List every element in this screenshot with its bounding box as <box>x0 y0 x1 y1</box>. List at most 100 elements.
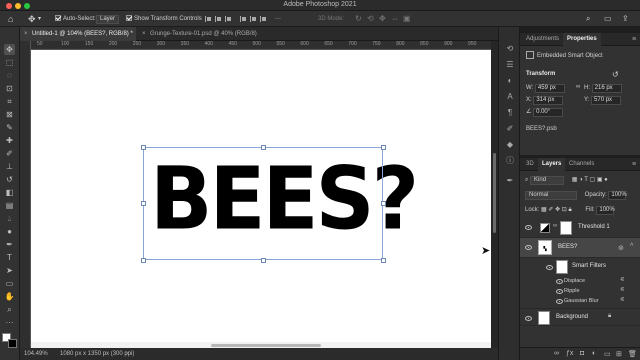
layer-mask-thumbnail[interactable] <box>560 221 572 235</box>
close-tab-icon[interactable]: × <box>142 27 146 41</box>
visibility-eye-icon[interactable] <box>556 289 563 294</box>
show-transform-controls-checkbox[interactable]: Show Transform Controls <box>126 14 202 24</box>
transform-handle-bottom[interactable] <box>261 258 266 263</box>
filter-row-displace[interactable]: Displace ⚟ <box>520 277 640 286</box>
visibility-eye-icon[interactable] <box>525 245 532 250</box>
layer-thumbnail[interactable] <box>538 311 550 325</box>
collapse-chevron-icon[interactable]: ^ <box>630 243 633 250</box>
align-bottom-icon[interactable] <box>260 16 267 22</box>
filter-smart-object-icon[interactable]: ▣ <box>597 177 603 183</box>
width-field[interactable]: 459 px <box>534 84 565 93</box>
new-layer-icon[interactable]: ⊞ <box>616 350 622 358</box>
scroll-thumb[interactable] <box>493 153 496 233</box>
auto-select-target-dropdown[interactable]: Layer <box>96 14 120 24</box>
frame-tool-icon[interactable]: ⊠ <box>4 109 15 120</box>
history-panel-icon[interactable]: ⟲ <box>505 43 515 53</box>
tool-preset-chevron-icon[interactable]: ▾ <box>38 14 41 24</box>
visibility-eye-icon[interactable] <box>546 265 553 270</box>
filter-name[interactable]: Displace <box>564 278 585 284</box>
link-dimensions-icon[interactable]: ∞ <box>576 84 580 90</box>
more-options-icon[interactable]: ··· <box>275 14 281 24</box>
lock-icon[interactable]: 🔒︎ <box>608 313 611 320</box>
move-tool-icon[interactable]: ✥ <box>28 14 36 24</box>
pen-tool-icon[interactable]: ✒ <box>4 239 15 250</box>
tab-properties[interactable]: Properties <box>563 33 601 46</box>
close-tab-icon[interactable]: × <box>24 27 28 41</box>
filter-pixel-icon[interactable]: ▦ <box>572 177 578 183</box>
layer-row-smart-filters[interactable]: Smart Filters <box>520 258 640 276</box>
transform-handle-top-right[interactable] <box>381 145 386 150</box>
y-field[interactable]: 570 px <box>591 96 622 105</box>
delete-layer-icon[interactable]: 🗑︎ <box>628 350 637 358</box>
tab-adjustments[interactable]: Adjustments <box>522 33 563 46</box>
opacity-field[interactable]: 100% <box>608 191 627 200</box>
filter-name[interactable]: Gaussian Blur <box>564 298 599 304</box>
link-layers-icon[interactable]: ∞ <box>554 350 559 357</box>
home-icon[interactable]: ⌂ <box>8 14 13 24</box>
eyedropper-tool-icon[interactable]: ✎ <box>4 122 15 133</box>
search-icon[interactable]: ⌕ <box>586 14 590 24</box>
transform-handle-top[interactable] <box>261 145 266 150</box>
visibility-eye-icon[interactable] <box>525 316 532 321</box>
layer-row-threshold[interactable]: ∞ Threshold 1 <box>520 218 640 238</box>
visibility-eye-icon[interactable] <box>525 225 532 230</box>
paragraph-panel-icon[interactable]: ¶ <box>505 107 515 117</box>
x-field[interactable]: 314 px <box>533 96 564 105</box>
3d-pan-icon[interactable]: ✥ <box>379 14 386 24</box>
align-top-icon[interactable] <box>240 16 247 22</box>
visibility-eye-icon[interactable] <box>556 299 563 304</box>
layer-row-background[interactable]: Background 🔒︎ <box>520 308 640 326</box>
align-left-icon[interactable] <box>205 16 212 22</box>
align-right-icon[interactable] <box>225 16 232 22</box>
tab-channels[interactable]: Channels <box>565 158 598 171</box>
background-color-swatch[interactable] <box>8 339 17 348</box>
filter-shape-icon[interactable]: ▢ <box>589 177 595 183</box>
lock-image-icon[interactable]: ✐ <box>548 207 553 213</box>
paths-panel-icon[interactable]: ✒ <box>505 175 515 185</box>
layer-name[interactable]: BEES? <box>558 244 577 250</box>
lock-position-icon[interactable]: ✥ <box>555 207 560 213</box>
3d-roll-icon[interactable]: ⟲ <box>367 14 374 24</box>
layer-row-bees[interactable]: ▚ BEES? ⊚ ^ <box>520 238 640 258</box>
scroll-thumb[interactable] <box>211 344 321 347</box>
brush-tool-icon[interactable]: ✐ <box>4 148 15 159</box>
lock-all-icon[interactable]: 🔒︎ <box>568 207 571 213</box>
transform-handle-left[interactable] <box>141 201 146 206</box>
layer-style-icon[interactable]: ƒx <box>566 350 573 357</box>
filter-toggle-icon[interactable]: ● <box>604 177 608 183</box>
smart-object-thumbnail[interactable]: ▚ <box>538 240 552 255</box>
libraries-panel-icon[interactable]: ☰ <box>505 59 515 69</box>
transform-bounding-box[interactable] <box>143 147 383 260</box>
filter-mask-thumbnail[interactable] <box>556 260 568 274</box>
healing-brush-tool-icon[interactable]: ✚ <box>4 135 15 146</box>
lock-transparent-icon[interactable]: ▦ <box>541 207 547 213</box>
clone-stamp-tool-icon[interactable]: ⊥ <box>4 161 15 172</box>
lasso-tool-icon[interactable]: ◌ <box>4 70 15 81</box>
character-panel-icon[interactable]: A <box>505 91 515 101</box>
crop-tool-icon[interactable]: ⌗ <box>4 96 15 107</box>
3d-orbit-icon[interactable]: ↻ <box>355 14 362 24</box>
more-tools-icon[interactable]: ··· <box>4 317 15 328</box>
filter-name[interactable]: Ripple <box>564 288 580 294</box>
brushes-panel-icon[interactable]: ✐ <box>505 123 515 133</box>
move-tool-icon[interactable]: ✥ <box>4 44 15 55</box>
blur-tool-icon[interactable]: 💧︎ <box>4 213 15 224</box>
tab-untitled-1[interactable]: × Untitled-1 @ 104% (BEES?, RGB/8) * <box>20 27 136 41</box>
transform-handle-bottom-left[interactable] <box>141 258 146 263</box>
object-select-tool-icon[interactable]: ⊡ <box>4 83 15 94</box>
layer-filter-dropdown[interactable]: Kind <box>530 176 565 185</box>
reset-transform-icon[interactable]: ↺ <box>612 70 619 79</box>
panel-menu-icon[interactable]: ≡ <box>628 33 640 46</box>
panel-menu-icon[interactable]: ≡ <box>628 158 640 171</box>
layer-name[interactable]: Threshold 1 <box>578 224 610 230</box>
auto-select-checkbox[interactable]: Auto-Select: <box>55 14 96 24</box>
filter-row-ripple[interactable]: Ripple ⚟ <box>520 287 640 296</box>
new-group-icon[interactable]: ▭ <box>604 350 611 358</box>
filter-options-icon[interactable]: ⚟ <box>620 277 625 283</box>
zoom-tool-icon[interactable]: ⌕ <box>4 304 15 315</box>
path-selection-tool-icon[interactable]: ➤ <box>4 265 15 276</box>
align-middle-icon[interactable] <box>250 16 257 22</box>
history-brush-tool-icon[interactable]: ↺ <box>4 174 15 185</box>
tab-3d[interactable]: 3D <box>522 158 538 171</box>
transform-handle-bottom-right[interactable] <box>381 258 386 263</box>
